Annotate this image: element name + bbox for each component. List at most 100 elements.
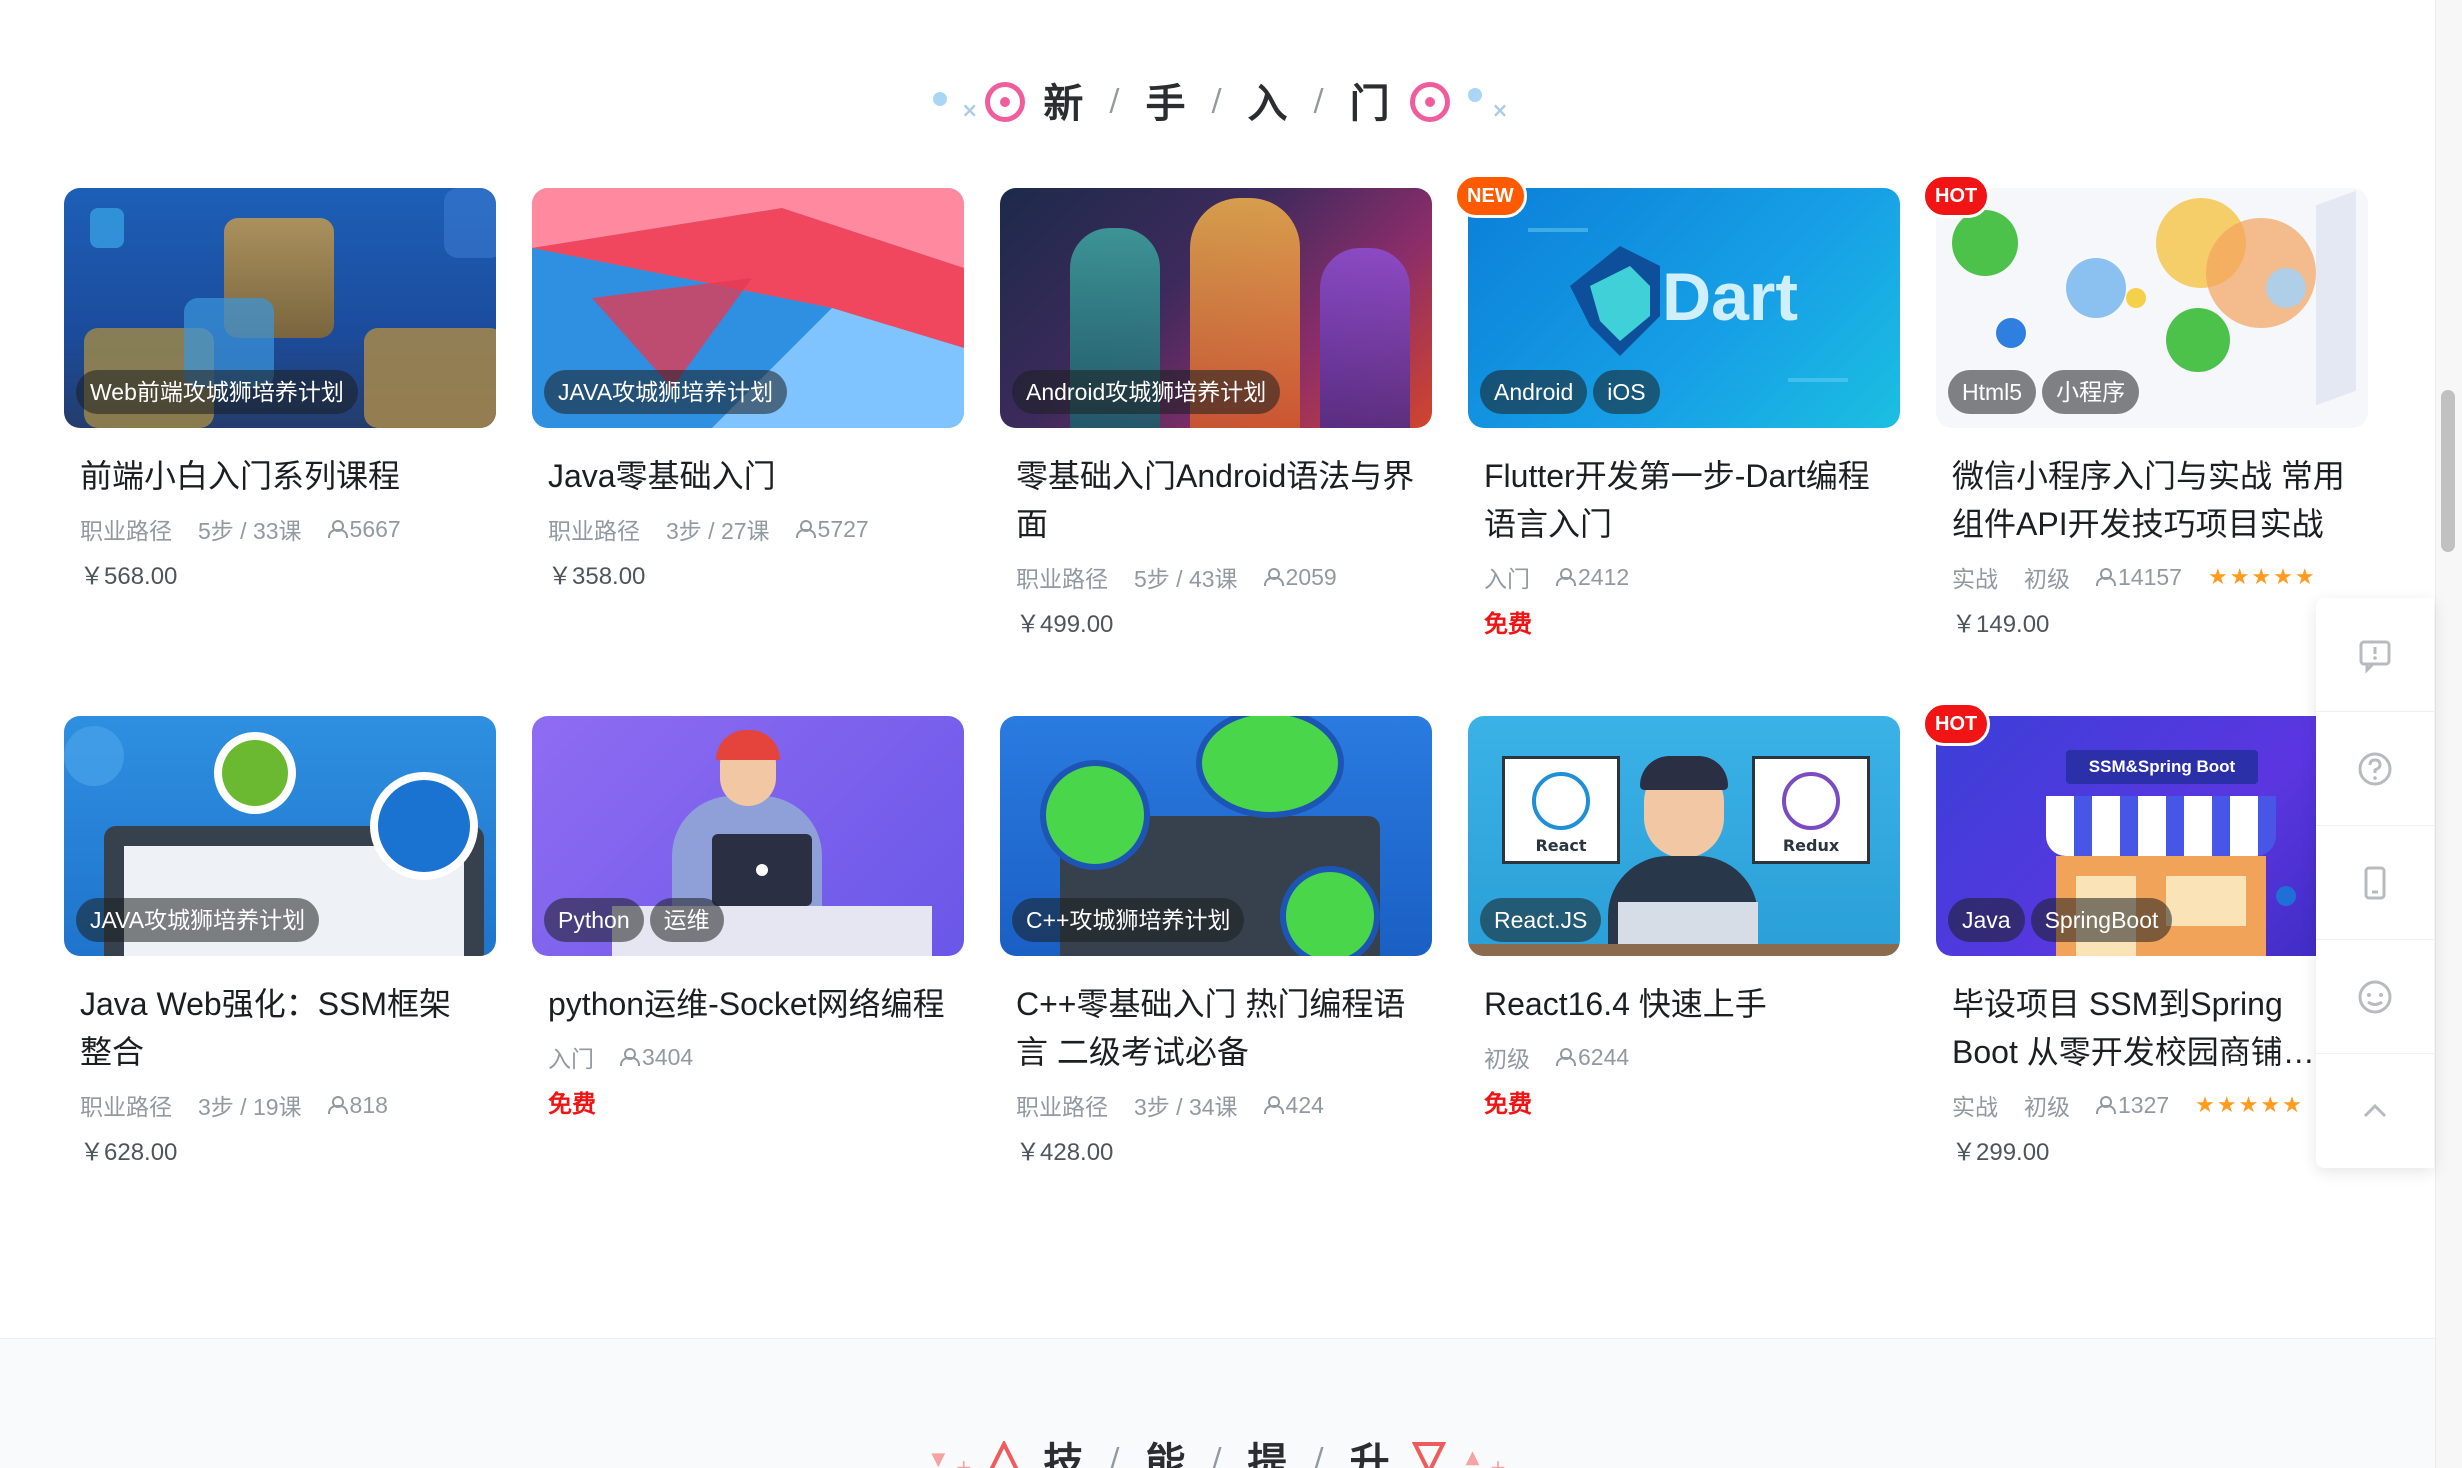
user-icon [795,520,816,538]
rating-stars: ★★★★★ [2207,564,2317,589]
scrollbar-thumb[interactable] [2441,390,2455,552]
course-price: ￥299.00 [1952,1139,2050,1166]
course-thumbnail[interactable]: Dart Android iOS [1468,188,1900,428]
course-price: ￥428.00 [1016,1139,1114,1166]
course-tag: iOS [1593,370,1660,414]
course-card[interactable]: Android攻城狮培养计划 零基础入门Android语法与界面 职业路径 5步… [1000,188,1432,639]
section-title-beginner: × 新 / 手 / 入 / 门 × [0,60,2435,140]
course-tag: Android [1480,370,1588,414]
course-title[interactable]: C++零基础入门 热门编程语言 二级考试必备 [1000,980,1432,1076]
user-icon [327,1096,348,1114]
course-meta: 职业路径 [1016,566,1108,592]
course-meta: 5步 / 43课 [1134,566,1238,592]
course-meta: 入门 [548,1046,594,1072]
mobile-app-icon [2364,866,2386,899]
course-title[interactable]: Java Web强化：SSM框架整合 [64,980,496,1076]
course-tag: React.JS [1480,898,1602,942]
user-icon [2096,568,2116,586]
course-tag: C++攻城狮培养计划 [1012,898,1245,942]
course-meta: 职业路径 [548,518,640,544]
learner-count: 2059 [1285,563,1337,590]
user-icon [2096,1096,2116,1114]
course-meta: 5步 / 33课 [198,518,302,544]
scrollbar-track[interactable] [2435,0,2462,1468]
course-title[interactable]: python运维-Socket网络编程 [532,980,964,1028]
course-card[interactable]: C++攻城狮培养计划 C++零基础入门 热门编程语言 二级考试必备 职业路径 3… [1000,716,1432,1167]
course-price: ￥499.00 [1016,611,1114,638]
course-thumbnail[interactable]: Web前端攻城狮培养计划 [64,188,496,428]
course-tag: Android攻城狮培养计划 [1012,370,1281,414]
course-thumbnail[interactable]: Android攻城狮培养计划 [1000,188,1432,428]
back-to-top-button[interactable] [2316,1054,2434,1168]
title-char: 升 [1349,1440,1392,1468]
side-toolbar [2316,598,2434,1168]
course-title[interactable]: 前端小白入门系列课程 [64,452,496,500]
section-title-skills: ▼ + 技 / 能 / 提 / 升 ▲ + [0,1419,2435,1468]
learner-count: 818 [349,1091,388,1118]
course-thumbnail[interactable]: SSM&Spring Boot Java SpringBoot [1936,716,2368,956]
course-price: ￥358.00 [548,563,646,590]
course-card[interactable]: JAVA攻城狮培养计划 Java Web强化：SSM框架整合 职业路径 3步 /… [64,716,496,1167]
customer-service-button[interactable] [2316,940,2434,1054]
course-thumbnail[interactable]: C++攻城狮培养计划 [1000,716,1432,956]
hot-badge: HOT [1922,174,1991,218]
title-decoration-left: ▼ + [895,1419,1035,1468]
learner-count: 6244 [1578,1043,1630,1070]
rating-stars: ★★★★★ [2195,1092,2304,1117]
course-tag: Python [544,898,644,942]
learner-count: 5727 [817,515,869,542]
course-title[interactable]: 零基础入门Android语法与界面 [1000,452,1432,548]
course-meta: 实战 [1952,566,1998,592]
course-thumbnail[interactable]: React Redux React.JS [1468,716,1900,956]
course-price: 免费 [1484,1091,1532,1118]
title-char: 新 [1043,81,1086,127]
course-card[interactable]: NEW Dart Android iOS Flutter开发第一步-Dart编程… [1454,174,1900,639]
course-card[interactable]: React Redux React.JS React16.4 快速上手 初级 6… [1468,716,1900,1119]
course-tag: 小程序 [2042,370,2140,414]
course-price: ￥568.00 [80,563,178,590]
title-char: 技 [1043,1440,1086,1468]
course-title[interactable]: 毕设项目 SSM到Spring Boot 从零开发校园商铺… [1936,980,2368,1076]
course-meta: 实战 [1952,1094,1998,1120]
title-char: 提 [1247,1440,1290,1468]
title-decoration-right: × [1400,60,1540,140]
course-card[interactable]: Web前端攻城狮培养计划 前端小白入门系列课程 职业路径 5步 / 33课 56… [64,188,496,591]
course-title[interactable]: 微信小程序入门与实战 常用组件API开发技巧项目实战 [1936,452,2368,548]
course-title[interactable]: React16.4 快速上手 [1468,980,1900,1028]
help-button[interactable] [2316,712,2434,826]
mobile-app-button[interactable] [2316,826,2434,940]
course-card[interactable]: HOT SSM&Spring Boot Java SpringBoot 毕设项目… [1922,702,2368,1167]
feedback-button[interactable] [2316,598,2434,712]
course-thumbnail[interactable]: Python 运维 [532,716,964,956]
thumb-banner-text: SSM&Spring Boot [2066,750,2258,784]
title-decoration-left: × [895,60,1035,140]
user-icon [1556,1048,1576,1066]
course-tag: Html5 [1948,370,2037,414]
react-logo-label: React [1535,836,1587,855]
learner-count: 2412 [1578,563,1630,590]
user-icon [1263,568,1284,586]
title-decoration-right: ▲ + [1400,1419,1540,1468]
user-icon [1556,568,1576,586]
title-char: 手 [1145,81,1188,127]
course-tag: SpringBoot [2030,898,2173,942]
back-to-top-icon [2363,1103,2387,1118]
course-title[interactable]: Java零基础入门 [532,452,964,500]
course-price: 免费 [548,1091,596,1118]
course-card[interactable]: JAVA攻城狮培养计划 Java零基础入门 职业路径 3步 / 27课 5727… [532,188,964,591]
course-thumbnail[interactable]: Html5 小程序 [1936,188,2368,428]
course-price: ￥149.00 [1952,611,2050,638]
course-thumbnail[interactable]: JAVA攻城狮培养计划 [532,188,964,428]
course-meta: 初级 [2024,566,2070,592]
course-meta: 入门 [1484,566,1530,592]
course-tag: JAVA攻城狮培养计划 [544,370,788,414]
learner-count: 14157 [2118,563,2182,590]
course-card[interactable]: Python 运维 python运维-Socket网络编程 入门 3404 免费 [532,716,964,1119]
user-icon [1263,1096,1284,1114]
course-card[interactable]: HOT Html5 小程序 微信小程序入门与实战 常用组件API开发技巧项目实战… [1922,174,2368,639]
course-title[interactable]: Flutter开发第一步-Dart编程语言入门 [1468,452,1900,548]
course-meta: 职业路径 [80,1094,172,1120]
course-meta: 3步 / 19课 [198,1094,302,1120]
course-tag: 运维 [649,898,724,942]
course-thumbnail[interactable]: JAVA攻城狮培养计划 [64,716,496,956]
